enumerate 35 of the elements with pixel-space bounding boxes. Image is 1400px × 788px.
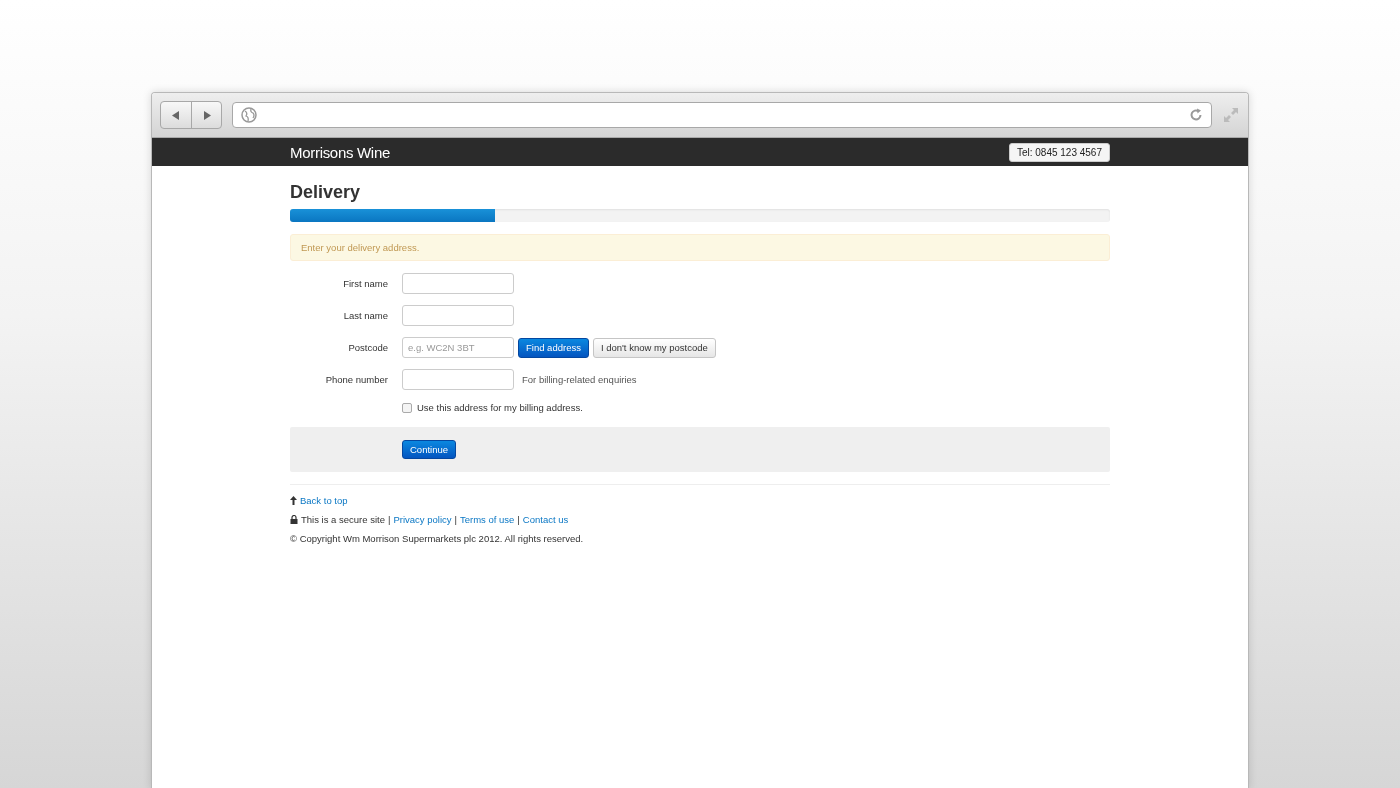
input-field[interactable]: [402, 305, 514, 326]
right-triangle-icon: [202, 110, 211, 120]
padlock-icon: [290, 515, 298, 524]
footer-link[interactable]: Contact us: [522, 514, 569, 525]
site-brand[interactable]: Morrisons Wine: [290, 143, 390, 161]
field-label: Postcode: [347, 342, 388, 353]
input-field[interactable]: [402, 273, 514, 294]
checkbox[interactable]: [402, 402, 412, 413]
continue-button[interactable]: Continue: [402, 440, 457, 459]
back-to-top-link[interactable]: Back to top: [300, 495, 348, 506]
field-label: First name: [342, 278, 388, 289]
input-field[interactable]: [402, 369, 514, 390]
help-text: For billing-related enquiries: [522, 374, 637, 385]
unknown-postcode-button[interactable]: I don't know my postcode: [592, 337, 716, 358]
footer-link[interactable]: Terms of use: [459, 514, 515, 525]
field-label: Last name: [342, 310, 388, 321]
checkbox-label: Use this address for my billing address.: [417, 402, 583, 413]
copyright-text: © Copyright Wm Morrison Supermarkets plc 2012. All rights reserved.: [290, 533, 584, 544]
fullscreen-icon[interactable]: [1222, 106, 1240, 124]
reload-icon[interactable]: [1189, 108, 1203, 122]
address-bar[interactable]: [232, 102, 1212, 128]
up-arrow-icon: [290, 496, 297, 505]
separator-text: |: [387, 514, 391, 525]
separator-text: |: [454, 514, 457, 525]
separator-text: |: [517, 514, 520, 525]
input-field[interactable]: e.g. WC2N 3BT: [402, 337, 514, 358]
page-title: Delivery: [290, 182, 362, 203]
phone-button[interactable]: Tel: 0845 123 4567: [1008, 142, 1110, 162]
footer-link[interactable]: Privacy policy: [393, 514, 452, 525]
secure-site-text: This is a secure site: [301, 514, 385, 525]
globe-icon: [241, 107, 257, 123]
field-label: Phone number: [324, 374, 388, 385]
left-triangle-icon: [172, 110, 180, 120]
find-address-button[interactable]: Find address: [518, 337, 589, 358]
info-alert: Enter your delivery address.: [290, 234, 1110, 261]
